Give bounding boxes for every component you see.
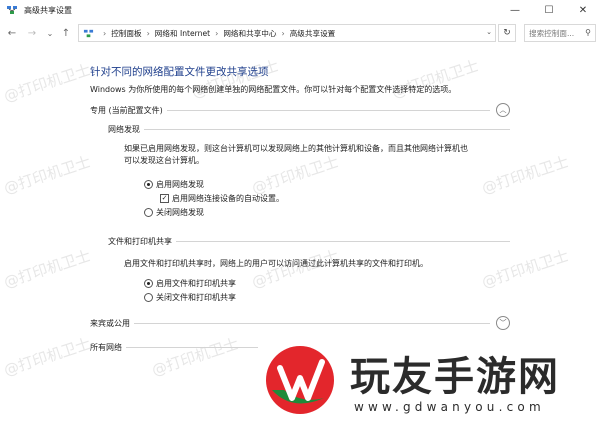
search-placeholder: 搜索控制面...	[529, 28, 575, 38]
profile-label: 来宾或公用	[90, 318, 130, 328]
search-input[interactable]: 搜索控制面... ⚲	[524, 24, 596, 42]
refresh-button[interactable]: ↻	[498, 24, 516, 42]
radio-disable-file-sharing[interactable]: 关闭文件和打印机共享	[144, 292, 236, 303]
window-title: 高级共享设置	[24, 5, 72, 15]
watermark: @打印机卫士	[389, 56, 481, 102]
network-discovery-description: 如果已启用网络发现，则这台计算机可以发现网络上的其他计算机和设备，而且其他网络计…	[124, 143, 468, 167]
close-button[interactable]: ✕	[566, 0, 600, 20]
section-title: 文件和打印机共享	[108, 236, 172, 246]
option-label: 关闭网络发现	[156, 208, 204, 217]
site-title: 玩友手游网	[350, 353, 560, 400]
radio-enable-network-discovery[interactable]: 启用网络发现	[144, 179, 204, 190]
watermark: @打印机卫士	[1, 334, 93, 380]
divider	[176, 240, 510, 242]
radio-unselected-icon[interactable]	[144, 208, 153, 217]
radio-unselected-icon[interactable]	[144, 293, 153, 302]
section-title: 网络发现	[108, 124, 140, 134]
divider	[144, 128, 510, 130]
control-panel-icon	[83, 28, 94, 39]
option-label: 关闭文件和打印机共享	[156, 293, 236, 302]
back-button[interactable]: ←	[4, 24, 20, 42]
profile-header-guest-public[interactable]: 来宾或公用 ﹀	[90, 316, 510, 330]
minimize-button[interactable]: —	[498, 0, 532, 20]
site-logo	[262, 342, 338, 418]
option-label: 启用网络发现	[156, 180, 204, 189]
watermark: @打印机卫士	[1, 246, 93, 292]
watermark: @打印机卫士	[1, 152, 93, 198]
maximize-button[interactable]: ☐	[532, 0, 566, 20]
breadcrumb-network-internet[interactable]: 网络和 Internet	[155, 28, 210, 39]
description-line: 可以发现这台计算机。	[124, 156, 204, 165]
address-bar[interactable]: › 控制面板 › 网络和 Internet › 网络和共享中心 › 高级共享设置…	[78, 24, 496, 42]
radio-disable-network-discovery[interactable]: 关闭网络发现	[144, 207, 204, 218]
divider	[126, 346, 264, 348]
breadcrumb-separator: ›	[146, 28, 150, 38]
breadcrumb-control-panel[interactable]: 控制面板	[111, 28, 141, 39]
profile-label: 专用 (当前配置文件)	[90, 105, 163, 115]
radio-selected-icon[interactable]	[144, 279, 153, 288]
page-title: 针对不同的网络配置文件更改共享选项	[90, 66, 269, 78]
profile-label: 所有网络	[90, 342, 122, 352]
watermark: @打印机卫士	[479, 152, 571, 198]
section-header-network-discovery: 网络发现	[108, 123, 510, 135]
description-line: 如果已启用网络发现，则这台计算机可以发现网络上的其他计算机和设备，而且其他网络计…	[124, 144, 468, 153]
search-icon: ⚲	[585, 28, 591, 37]
recent-locations-button[interactable]: ⌄	[42, 24, 58, 42]
up-button[interactable]: ↑	[58, 24, 74, 42]
description-line: 启用文件和打印机共享时，网络上的用户可以访问通过此计算机共享的文件和打印机。	[124, 259, 428, 268]
radio-enable-file-sharing[interactable]: 启用文件和打印机共享	[144, 278, 236, 289]
profile-header-private[interactable]: 专用 (当前配置文件) ︿	[90, 103, 510, 117]
site-promo-banner: 玩友手游网 www.gdwanyou.com	[258, 338, 600, 423]
checkbox-auto-setup-devices[interactable]: ✓ 启用网络连接设备的自动设置。	[160, 193, 284, 204]
control-panel-icon	[6, 4, 18, 16]
breadcrumb-network-sharing-center[interactable]: 网络和共享中心	[223, 28, 276, 39]
file-sharing-description: 启用文件和打印机共享时，网络上的用户可以访问通过此计算机共享的文件和打印机。	[124, 258, 428, 270]
address-dropdown-icon[interactable]: ⌄	[486, 28, 492, 36]
breadcrumb-separator: ›	[215, 28, 219, 38]
checkmark-icon[interactable]: ✓	[160, 194, 169, 203]
chevron-down-icon[interactable]: ﹀	[496, 316, 510, 330]
page-description: Windows 为你所使用的每个网络创建单独的网络配置文件。你可以针对每个配置文…	[90, 85, 457, 94]
divider	[166, 109, 490, 111]
breadcrumb-separator: ›	[281, 28, 285, 38]
breadcrumb-separator: ›	[103, 28, 107, 38]
chevron-up-icon[interactable]: ︿	[496, 103, 510, 117]
profile-header-all-networks[interactable]: 所有网络	[90, 340, 270, 354]
watermark: @打印机卫士	[1, 60, 93, 106]
section-header-file-printer-sharing: 文件和打印机共享	[108, 235, 510, 247]
forward-button[interactable]: →	[24, 24, 40, 42]
watermark: @打印机卫士	[479, 246, 571, 292]
option-label: 启用网络连接设备的自动设置。	[172, 194, 284, 203]
option-label: 启用文件和打印机共享	[156, 279, 236, 288]
navigation-bar: ← → ⌄ ↑ › 控制面板 › 网络和 Internet › 网络和共享中心 …	[0, 20, 600, 46]
site-url: www.gdwanyou.com	[354, 400, 545, 414]
radio-selected-icon[interactable]	[144, 180, 153, 189]
breadcrumb-advanced-sharing[interactable]: 高级共享设置	[290, 28, 336, 39]
divider	[134, 322, 490, 324]
